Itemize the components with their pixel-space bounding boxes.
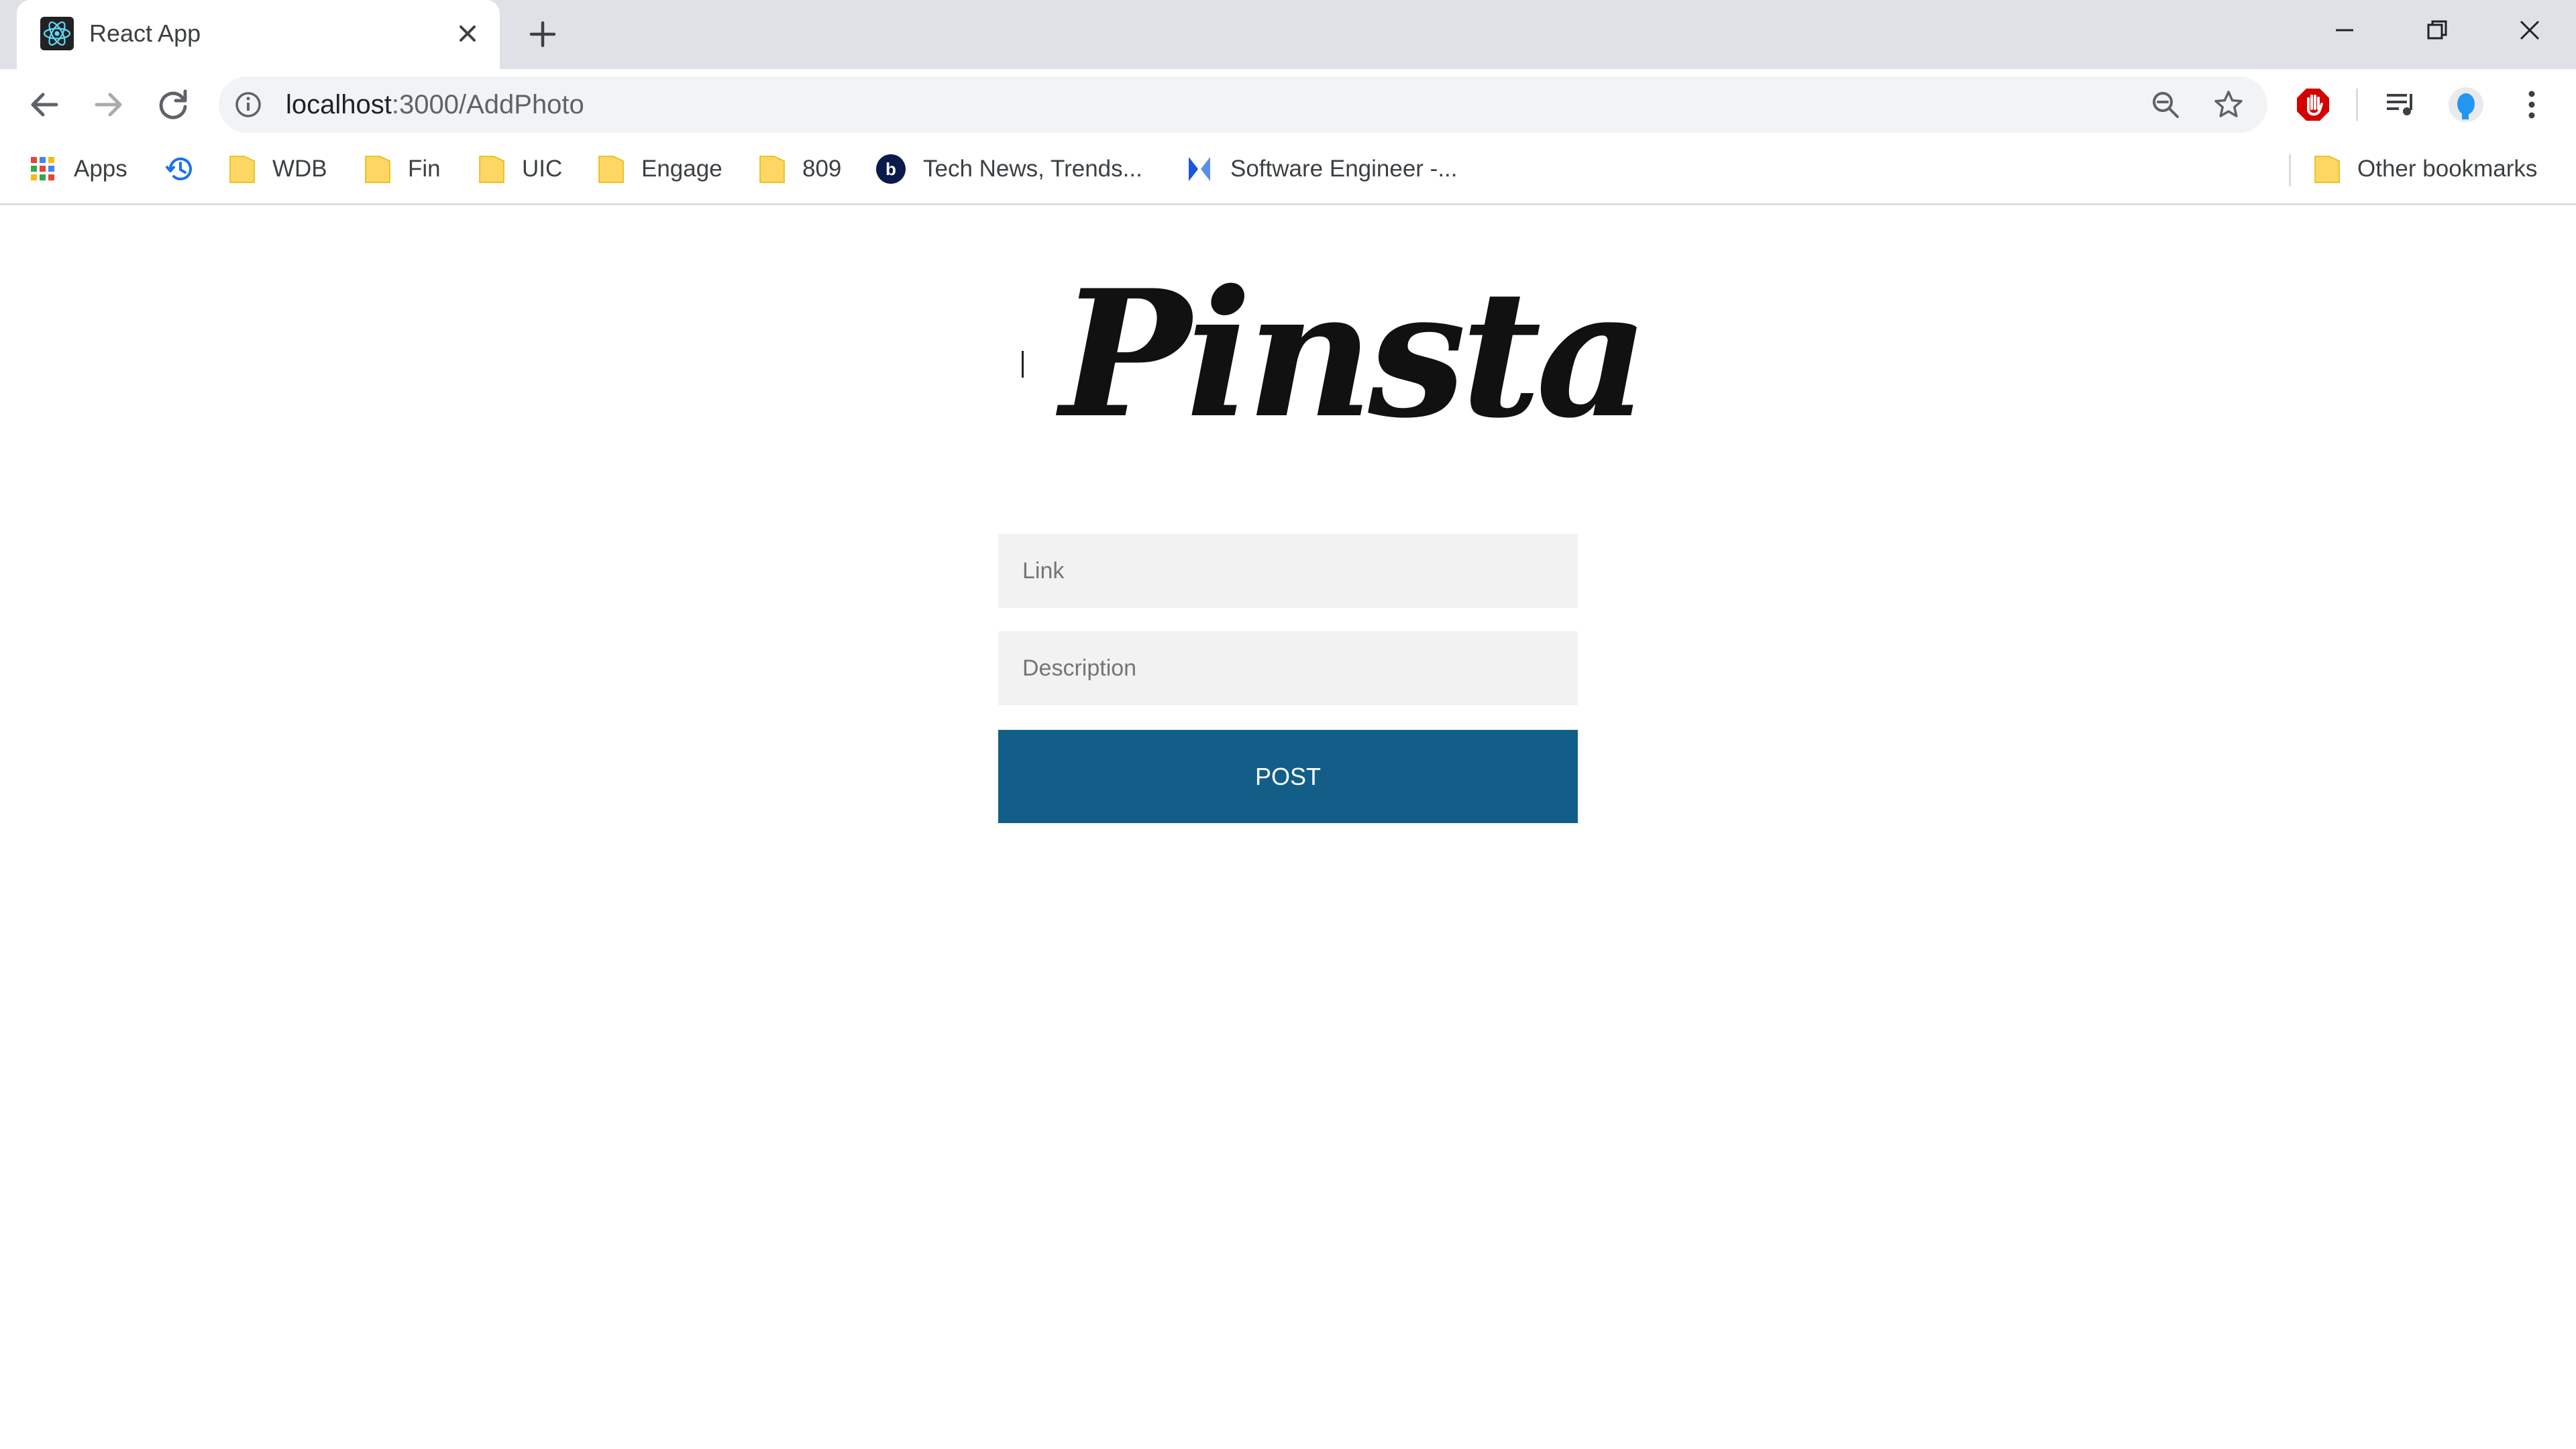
svg-text:b: b xyxy=(885,159,896,179)
description-input[interactable] xyxy=(998,631,1578,705)
toolbar-separator xyxy=(2356,89,2358,121)
text-caret xyxy=(1022,351,1024,378)
bookmark-label: UIC xyxy=(522,156,563,182)
site-b-icon: b xyxy=(876,154,906,184)
profile-avatar-icon[interactable] xyxy=(2447,86,2485,123)
bookmark-apps[interactable]: Apps xyxy=(28,149,127,189)
back-arrow-icon[interactable] xyxy=(24,85,64,125)
adblock-stop-icon[interactable] xyxy=(2294,86,2332,123)
tab-title: React App xyxy=(89,19,201,47)
bookmark-history[interactable] xyxy=(164,149,212,189)
bookmark-label: Software Engineer -... xyxy=(1230,156,1458,182)
bookmark-label: 809 xyxy=(802,156,842,182)
bookmark-folder-uic[interactable]: UIC xyxy=(478,149,562,189)
info-icon[interactable] xyxy=(233,90,263,119)
bookmark-label: Other bookmarks xyxy=(2357,156,2538,182)
close-tab-icon[interactable] xyxy=(453,19,482,48)
forward-arrow-icon[interactable] xyxy=(89,85,129,125)
link-input[interactable] xyxy=(998,534,1578,608)
tab-strip: React App xyxy=(0,0,2576,69)
folder-icon xyxy=(598,156,624,183)
react-logo-icon xyxy=(40,17,74,50)
bookmark-other[interactable]: Other bookmarks xyxy=(2313,149,2537,189)
bookmark-label: WDB xyxy=(272,156,327,182)
bookmark-folder-wdb[interactable]: WDB xyxy=(228,149,327,189)
media-playlist-icon[interactable] xyxy=(2383,86,2420,123)
bookmark-star-icon[interactable] xyxy=(2212,89,2245,121)
bookmark-label: Engage xyxy=(641,156,722,182)
address-bar[interactable]: localhost:3000/AddPhoto xyxy=(219,76,2267,133)
folder-icon xyxy=(365,156,390,183)
bookmark-folder-engage[interactable]: Engage xyxy=(597,149,722,189)
minimize-icon[interactable] xyxy=(2326,12,2363,48)
zoom-out-icon[interactable] xyxy=(2149,89,2182,121)
page-content: Pinsta POST xyxy=(0,207,2576,1449)
url-path: :3000/AddPhoto xyxy=(391,90,584,119)
bookmark-label: Fin xyxy=(408,156,441,182)
browser-window: React App localhost:3000/AddPhoto Apps W… xyxy=(0,0,2576,1449)
folder-icon xyxy=(2314,156,2340,183)
url-text[interactable]: localhost:3000/AddPhoto xyxy=(286,89,584,121)
bookmark-tech-news[interactable]: b Tech News, Trends... xyxy=(875,149,1142,189)
apps-grid-icon xyxy=(31,157,54,180)
site-bracket-icon xyxy=(1189,157,1210,181)
new-tab-icon[interactable] xyxy=(526,17,559,51)
pinsta-logo: Pinsta xyxy=(1060,252,1649,457)
close-window-icon[interactable] xyxy=(2512,12,2548,48)
folder-icon xyxy=(759,156,785,183)
reload-icon[interactable] xyxy=(153,85,193,125)
bookmark-software-engineer[interactable]: Software Engineer -... xyxy=(1185,149,1458,189)
folder-icon xyxy=(479,156,504,183)
bookmarks-separator xyxy=(2289,154,2291,186)
post-button[interactable]: POST xyxy=(998,730,1578,823)
bookmark-folder-fin[interactable]: Fin xyxy=(364,149,441,189)
history-icon xyxy=(165,157,192,180)
bookmark-label: Apps xyxy=(74,156,127,182)
bookmark-label: Tech News, Trends... xyxy=(923,156,1142,182)
menu-more-icon[interactable] xyxy=(2513,86,2551,123)
tab-react-app[interactable]: React App xyxy=(17,0,500,69)
url-host: localhost xyxy=(286,90,392,119)
bookmark-folder-809[interactable]: 809 xyxy=(758,149,841,189)
restore-icon[interactable] xyxy=(2419,12,2455,48)
folder-icon xyxy=(229,156,255,183)
